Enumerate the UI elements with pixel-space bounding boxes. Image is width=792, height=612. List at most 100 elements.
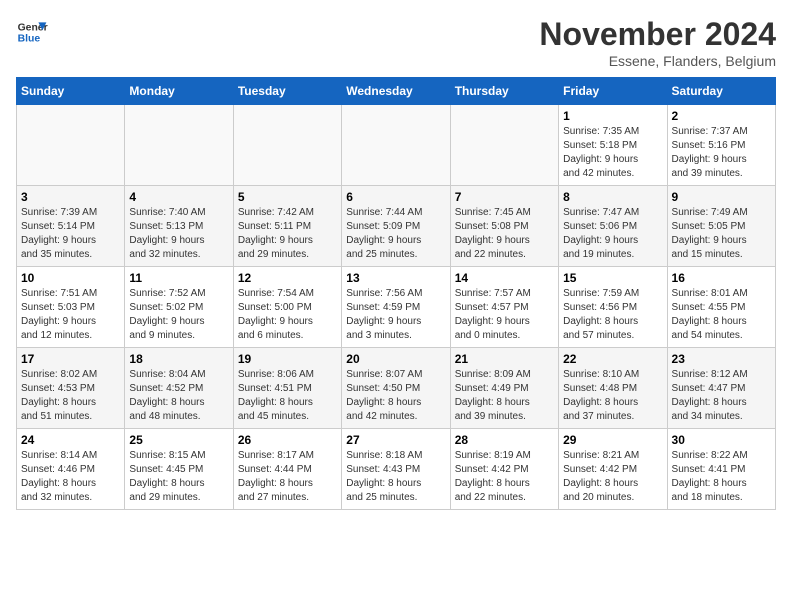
day-info: Sunrise: 8:22 AM Sunset: 4:41 PM Dayligh… bbox=[672, 449, 771, 505]
day-info: Sunrise: 7:37 AM Sunset: 5:16 PM Dayligh… bbox=[672, 125, 771, 181]
svg-text:Blue: Blue bbox=[18, 34, 41, 45]
week-row-4: 17 Sunrise: 8:02 AM Sunset: 4:53 PM Dayli… bbox=[17, 348, 776, 429]
calendar-cell: 8Sunrise: 7:47 AM Sunset: 5:06 PM Daylig… bbox=[559, 186, 667, 267]
day-number: 29 bbox=[563, 433, 662, 447]
day-info: Sunrise: 7:52 AM Sunset: 5:02 PM Dayligh… bbox=[129, 287, 228, 343]
calendar-cell: 24 Sunrise: 8:14 AM Sunset: 4:46 PM Dayli… bbox=[17, 429, 125, 510]
weekday-header-row: SundayMondayTuesdayWednesdayThursdayFrid… bbox=[17, 78, 776, 105]
calendar-cell: 25Sunrise: 8:15 AM Sunset: 4:45 PM Dayli… bbox=[125, 429, 233, 510]
day-number: 28 bbox=[455, 433, 554, 447]
calendar-cell: 15 Sunrise: 7:59 AM Sunset: 4:56 PM Dayli… bbox=[559, 267, 667, 348]
calendar-cell: 7Sunrise: 7:45 AM Sunset: 5:08 PM Daylig… bbox=[450, 186, 558, 267]
calendar-cell bbox=[450, 105, 558, 186]
day-number: 5 bbox=[238, 190, 337, 204]
day-info: Sunrise: 7:40 AM Sunset: 5:13 PM Dayligh… bbox=[129, 206, 228, 262]
calendar-cell: 26 Sunrise: 8:17 AM Sunset: 4:44 PM Dayli… bbox=[233, 429, 341, 510]
day-info: Sunrise: 8:06 AM Sunset: 4:51 PM Dayligh… bbox=[238, 368, 337, 424]
day-info: Sunrise: 8:19 AM Sunset: 4:42 PM Dayligh… bbox=[455, 449, 554, 505]
day-number: 11 bbox=[129, 271, 228, 285]
week-row-5: 24 Sunrise: 8:14 AM Sunset: 4:46 PM Dayli… bbox=[17, 429, 776, 510]
day-info: Sunrise: 8:02 AM Sunset: 4:53 PM Dayligh… bbox=[21, 368, 120, 424]
calendar-cell: 30 Sunrise: 8:22 AM Sunset: 4:41 PM Dayli… bbox=[667, 429, 775, 510]
calendar-cell: 2 Sunrise: 7:37 AM Sunset: 5:16 PM Daylig… bbox=[667, 105, 775, 186]
calendar-cell: 22Sunrise: 8:10 AM Sunset: 4:48 PM Dayli… bbox=[559, 348, 667, 429]
day-number: 6 bbox=[346, 190, 445, 204]
weekday-header-friday: Friday bbox=[559, 78, 667, 105]
calendar-cell: 18 Sunrise: 8:04 AM Sunset: 4:52 PM Dayli… bbox=[125, 348, 233, 429]
calendar-cell bbox=[125, 105, 233, 186]
calendar-cell: 19 Sunrise: 8:06 AM Sunset: 4:51 PM Dayli… bbox=[233, 348, 341, 429]
calendar-cell: 27 Sunrise: 8:18 AM Sunset: 4:43 PM Dayli… bbox=[342, 429, 450, 510]
day-number: 12 bbox=[238, 271, 337, 285]
day-info: Sunrise: 7:35 AM Sunset: 5:18 PM Dayligh… bbox=[563, 125, 662, 181]
day-number: 26 bbox=[238, 433, 337, 447]
calendar-cell: 13 Sunrise: 7:56 AM Sunset: 4:59 PM Dayli… bbox=[342, 267, 450, 348]
month-year-title: November 2024 bbox=[539, 16, 776, 53]
day-info: Sunrise: 7:42 AM Sunset: 5:11 PM Dayligh… bbox=[238, 206, 337, 262]
day-info: Sunrise: 7:56 AM Sunset: 4:59 PM Dayligh… bbox=[346, 287, 445, 343]
day-info: Sunrise: 7:49 AM Sunset: 5:05 PM Dayligh… bbox=[672, 206, 771, 262]
calendar-cell: 17 Sunrise: 8:02 AM Sunset: 4:53 PM Dayli… bbox=[17, 348, 125, 429]
day-number: 1 bbox=[563, 109, 662, 123]
weekday-header-saturday: Saturday bbox=[667, 78, 775, 105]
calendar-cell bbox=[17, 105, 125, 186]
week-row-2: 3 Sunrise: 7:39 AM Sunset: 5:14 PM Daylig… bbox=[17, 186, 776, 267]
calendar-cell: 21Sunrise: 8:09 AM Sunset: 4:49 PM Dayli… bbox=[450, 348, 558, 429]
day-info: Sunrise: 7:39 AM Sunset: 5:14 PM Dayligh… bbox=[21, 206, 120, 262]
day-info: Sunrise: 8:14 AM Sunset: 4:46 PM Dayligh… bbox=[21, 449, 120, 505]
day-info: Sunrise: 7:57 AM Sunset: 4:57 PM Dayligh… bbox=[455, 287, 554, 343]
weekday-header-monday: Monday bbox=[125, 78, 233, 105]
day-number: 22 bbox=[563, 352, 662, 366]
weekday-header-thursday: Thursday bbox=[450, 78, 558, 105]
day-number: 15 bbox=[563, 271, 662, 285]
day-info: Sunrise: 8:04 AM Sunset: 4:52 PM Dayligh… bbox=[129, 368, 228, 424]
calendar-cell: 16Sunrise: 8:01 AM Sunset: 4:55 PM Dayli… bbox=[667, 267, 775, 348]
logo: General Blue bbox=[16, 16, 48, 48]
day-number: 2 bbox=[672, 109, 771, 123]
day-info: Sunrise: 7:54 AM Sunset: 5:00 PM Dayligh… bbox=[238, 287, 337, 343]
day-info: Sunrise: 8:21 AM Sunset: 4:42 PM Dayligh… bbox=[563, 449, 662, 505]
logo-icon: General Blue bbox=[16, 16, 48, 48]
day-info: Sunrise: 8:18 AM Sunset: 4:43 PM Dayligh… bbox=[346, 449, 445, 505]
calendar-cell: 11 Sunrise: 7:52 AM Sunset: 5:02 PM Dayli… bbox=[125, 267, 233, 348]
weekday-header-wednesday: Wednesday bbox=[342, 78, 450, 105]
day-info: Sunrise: 7:59 AM Sunset: 4:56 PM Dayligh… bbox=[563, 287, 662, 343]
day-info: Sunrise: 8:01 AM Sunset: 4:55 PM Dayligh… bbox=[672, 287, 771, 343]
calendar-cell bbox=[342, 105, 450, 186]
day-number: 19 bbox=[238, 352, 337, 366]
day-number: 20 bbox=[346, 352, 445, 366]
calendar-cell: 23 Sunrise: 8:12 AM Sunset: 4:47 PM Dayli… bbox=[667, 348, 775, 429]
page-header: General Blue November 2024 Essene, Fland… bbox=[16, 16, 776, 69]
calendar-cell: 1 Sunrise: 7:35 AM Sunset: 5:18 PM Daylig… bbox=[559, 105, 667, 186]
day-number: 27 bbox=[346, 433, 445, 447]
title-section: November 2024 Essene, Flanders, Belgium bbox=[539, 16, 776, 69]
calendar-cell: 6Sunrise: 7:44 AM Sunset: 5:09 PM Daylig… bbox=[342, 186, 450, 267]
calendar-cell: 29 Sunrise: 8:21 AM Sunset: 4:42 PM Dayli… bbox=[559, 429, 667, 510]
day-number: 10 bbox=[21, 271, 120, 285]
day-info: Sunrise: 8:09 AM Sunset: 4:49 PM Dayligh… bbox=[455, 368, 554, 424]
calendar-cell: 14 Sunrise: 7:57 AM Sunset: 4:57 PM Dayli… bbox=[450, 267, 558, 348]
location-subtitle: Essene, Flanders, Belgium bbox=[539, 53, 776, 69]
calendar-cell: 9Sunrise: 7:49 AM Sunset: 5:05 PM Daylig… bbox=[667, 186, 775, 267]
day-number: 3 bbox=[21, 190, 120, 204]
calendar-table: SundayMondayTuesdayWednesdayThursdayFrid… bbox=[16, 77, 776, 510]
day-info: Sunrise: 7:45 AM Sunset: 5:08 PM Dayligh… bbox=[455, 206, 554, 262]
weekday-header-tuesday: Tuesday bbox=[233, 78, 341, 105]
day-info: Sunrise: 8:15 AM Sunset: 4:45 PM Dayligh… bbox=[129, 449, 228, 505]
day-number: 24 bbox=[21, 433, 120, 447]
week-row-3: 10 Sunrise: 7:51 AM Sunset: 5:03 PM Dayli… bbox=[17, 267, 776, 348]
day-number: 17 bbox=[21, 352, 120, 366]
day-info: Sunrise: 7:51 AM Sunset: 5:03 PM Dayligh… bbox=[21, 287, 120, 343]
day-number: 18 bbox=[129, 352, 228, 366]
day-number: 23 bbox=[672, 352, 771, 366]
week-row-1: 1 Sunrise: 7:35 AM Sunset: 5:18 PM Daylig… bbox=[17, 105, 776, 186]
calendar-cell: 4Sunrise: 7:40 AM Sunset: 5:13 PM Daylig… bbox=[125, 186, 233, 267]
day-info: Sunrise: 8:17 AM Sunset: 4:44 PM Dayligh… bbox=[238, 449, 337, 505]
day-info: Sunrise: 8:07 AM Sunset: 4:50 PM Dayligh… bbox=[346, 368, 445, 424]
day-number: 30 bbox=[672, 433, 771, 447]
day-number: 13 bbox=[346, 271, 445, 285]
calendar-cell: 28 Sunrise: 8:19 AM Sunset: 4:42 PM Dayli… bbox=[450, 429, 558, 510]
day-number: 14 bbox=[455, 271, 554, 285]
calendar-cell: 20 Sunrise: 8:07 AM Sunset: 4:50 PM Dayli… bbox=[342, 348, 450, 429]
day-info: Sunrise: 8:12 AM Sunset: 4:47 PM Dayligh… bbox=[672, 368, 771, 424]
